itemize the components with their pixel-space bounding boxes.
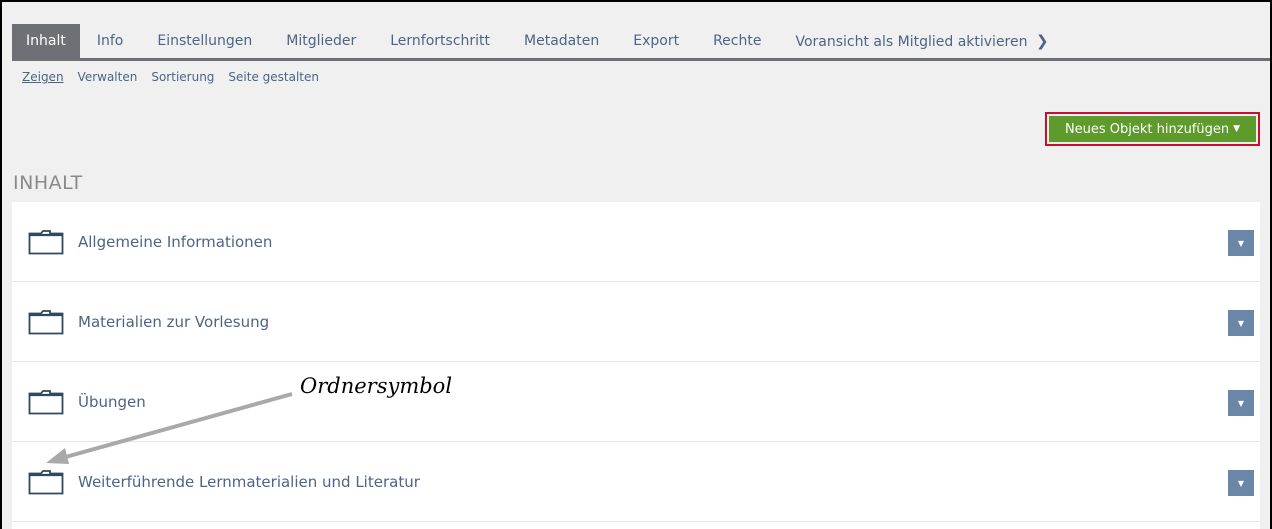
list-tail bbox=[12, 522, 1260, 529]
item-actions-button[interactable]: ▼ bbox=[1228, 470, 1254, 496]
folder-icon bbox=[28, 469, 64, 494]
list-item[interactable]: Allgemeine Informationen ▼ bbox=[12, 202, 1260, 282]
folder-icon bbox=[28, 389, 64, 414]
item-actions-button[interactable]: ▼ bbox=[1228, 230, 1254, 256]
tab-voransicht[interactable]: Voransicht als Mitglied aktivieren ❯ bbox=[778, 24, 1065, 58]
list-item-label[interactable]: Materialien zur Vorlesung bbox=[78, 313, 269, 331]
subtab-verwalten[interactable]: Verwalten bbox=[78, 70, 138, 84]
chevron-right-icon: ❯ bbox=[1035, 32, 1049, 50]
folder-icon bbox=[28, 229, 64, 254]
caret-down-icon: ▼ bbox=[1237, 478, 1245, 488]
tab-export[interactable]: Export bbox=[616, 24, 696, 58]
list-item[interactable]: Übungen ▼ bbox=[12, 362, 1260, 442]
app-window: Inhalt Info Einstellungen Mitglieder Ler… bbox=[0, 0, 1272, 529]
highlight-box: Neues Objekt hinzufügen ▼ bbox=[1045, 112, 1260, 146]
section-heading: INHALT bbox=[13, 172, 83, 194]
tab-info[interactable]: Info bbox=[80, 24, 141, 58]
tab-mitglieder[interactable]: Mitglieder bbox=[269, 24, 373, 58]
sub-tabs: Zeigen Verwalten Sortierung Seite gestal… bbox=[22, 70, 319, 84]
tab-voransicht-label: Voransicht als Mitglied aktivieren bbox=[795, 34, 1028, 50]
list-item[interactable]: Weiterführende Lernmaterialien und Liter… bbox=[12, 442, 1260, 522]
list-item-label[interactable]: Übungen bbox=[78, 393, 146, 411]
item-actions-button[interactable]: ▼ bbox=[1228, 390, 1254, 416]
caret-down-icon: ▼ bbox=[1237, 398, 1245, 408]
main-tabs: Inhalt Info Einstellungen Mitglieder Ler… bbox=[12, 24, 1270, 58]
subtab-sortierung[interactable]: Sortierung bbox=[151, 70, 214, 84]
folder-icon bbox=[28, 309, 64, 334]
tab-metadaten[interactable]: Metadaten bbox=[507, 24, 616, 58]
annotation-label: Ordnersymbol bbox=[300, 374, 453, 398]
list-item-label[interactable]: Weiterführende Lernmaterialien und Liter… bbox=[78, 473, 420, 491]
item-actions-button[interactable]: ▼ bbox=[1228, 310, 1254, 336]
tab-underline bbox=[12, 58, 1270, 61]
add-object-label: Neues Objekt hinzufügen bbox=[1064, 121, 1230, 137]
content-list: Allgemeine Informationen ▼ Materialien z… bbox=[12, 202, 1260, 529]
list-item-label[interactable]: Allgemeine Informationen bbox=[78, 233, 272, 251]
caret-down-icon: ▼ bbox=[1237, 238, 1245, 248]
subtab-seite-gestalten[interactable]: Seite gestalten bbox=[228, 70, 319, 84]
list-item[interactable]: Materialien zur Vorlesung ▼ bbox=[12, 282, 1260, 362]
add-object-button[interactable]: Neues Objekt hinzufügen ▼ bbox=[1049, 116, 1256, 142]
caret-down-icon: ▼ bbox=[1237, 318, 1245, 328]
subtab-zeigen[interactable]: Zeigen bbox=[22, 70, 64, 84]
tab-lernfortschritt[interactable]: Lernfortschritt bbox=[373, 24, 507, 58]
tab-einstellungen[interactable]: Einstellungen bbox=[140, 24, 269, 58]
caret-down-icon: ▼ bbox=[1233, 124, 1241, 134]
tab-inhalt[interactable]: Inhalt bbox=[12, 24, 80, 58]
tab-rechte[interactable]: Rechte bbox=[696, 24, 778, 58]
